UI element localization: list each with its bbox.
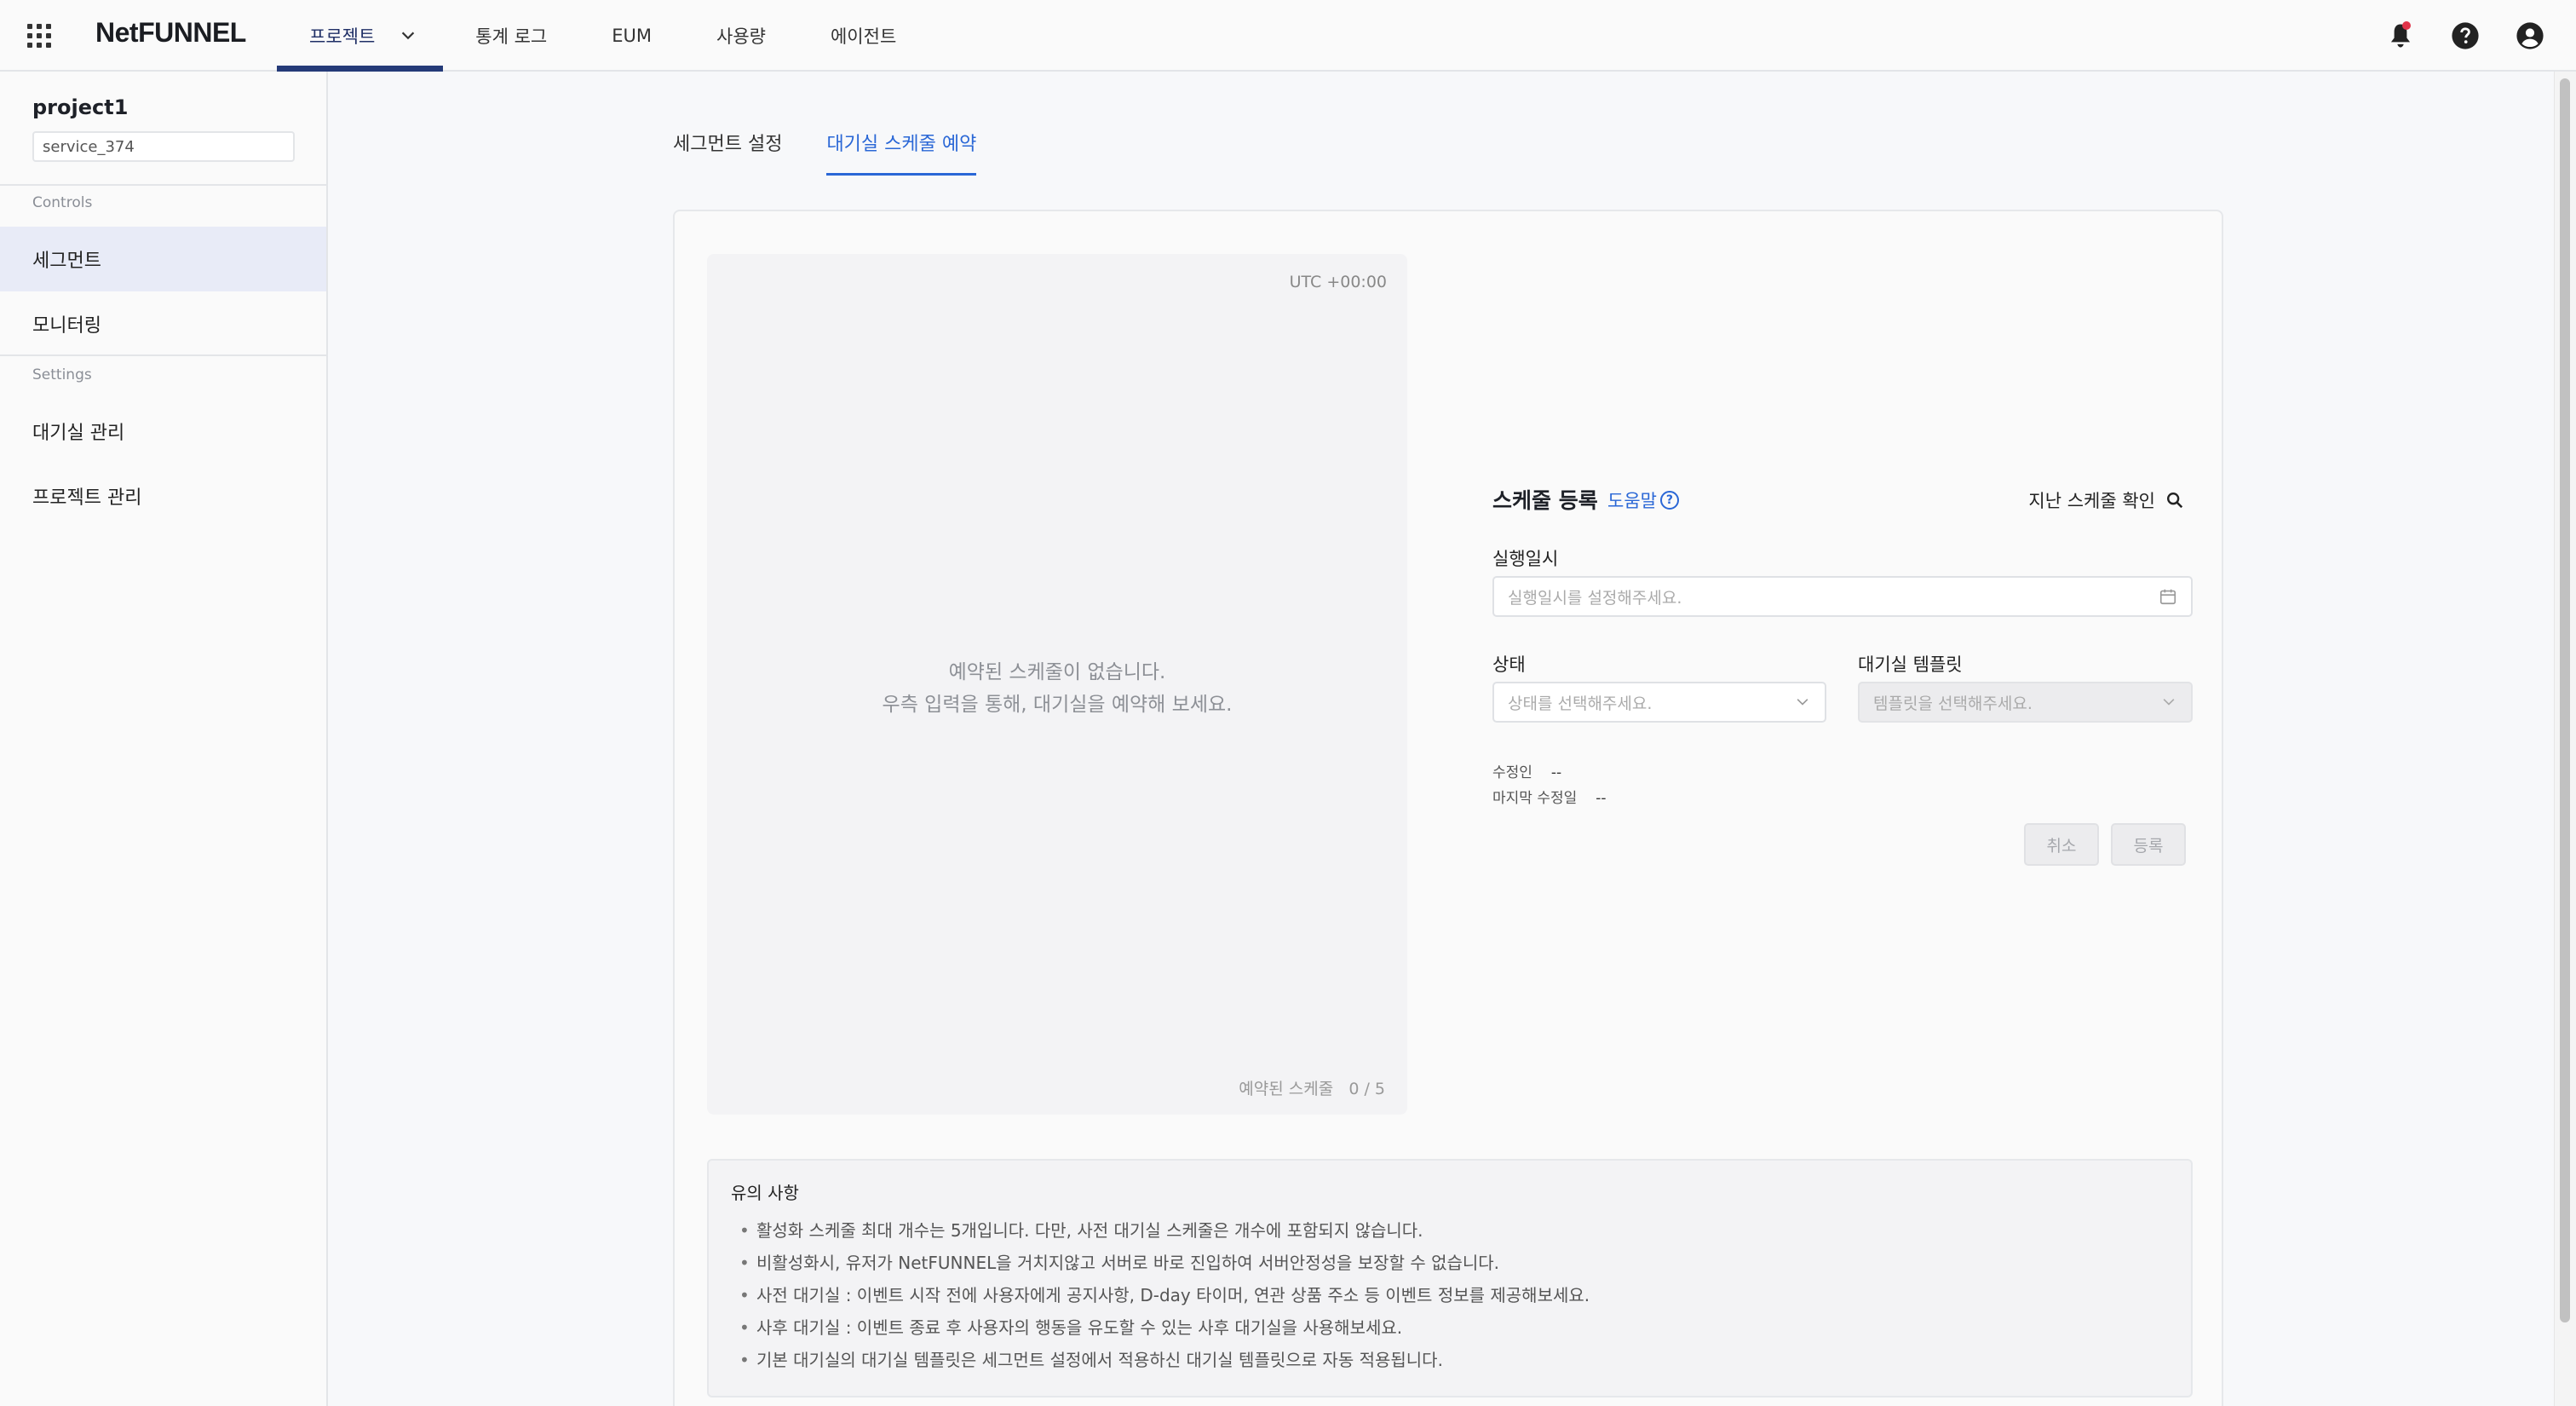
sidebar-divider: [0, 354, 328, 356]
status-placeholder: 상태를 선택해주세요.: [1508, 694, 1653, 713]
tab-segment-settings[interactable]: 세그먼트 설정: [673, 130, 782, 176]
sidebar-item-label: 대기실 관리: [32, 423, 125, 444]
sidebar-item-label: 세그먼트: [32, 251, 101, 272]
sidebar-divider: [0, 184, 328, 186]
datetime-placeholder: 실행일시를 설정해주세요.: [1508, 588, 1682, 608]
top-right-actions: [2385, 0, 2576, 72]
chevron-down-icon: [1797, 699, 1808, 706]
project-name[interactable]: project1: [32, 95, 128, 119]
scrollbar-thumb[interactable]: [2560, 78, 2570, 1322]
timezone-label: UTC +00:00: [1289, 273, 1387, 291]
sidebar-item-label: 모니터링: [32, 315, 101, 337]
content-tabs: 세그먼트 설정 대기실 스케줄 예약: [673, 130, 1021, 177]
chevron-down-icon: [402, 32, 415, 40]
empty-state-line: 예약된 스케줄이 없습니다.: [948, 661, 1166, 683]
modified-date-label: 마지막 수정일: [1492, 790, 1578, 807]
nav-item-stats-log[interactable]: 통계 로그: [443, 0, 579, 72]
past-schedule-label: 지난 스케줄 확인: [2028, 491, 2155, 511]
app-logo[interactable]: NetFUNNEL: [95, 17, 246, 49]
chevron-down-icon: [2163, 699, 2175, 706]
notification-badge: [2402, 21, 2411, 30]
empty-state-line: 우측 입력을 통해, 대기실을 예약해 보세요.: [882, 694, 1233, 716]
status-select[interactable]: 상태를 선택해주세요.: [1492, 682, 1826, 723]
bell-icon[interactable]: [2385, 20, 2416, 51]
help-icon[interactable]: [2450, 20, 2481, 51]
datetime-label: 실행일시: [1492, 549, 1559, 569]
nav-item-label: EUM: [612, 26, 653, 46]
search-icon: [2167, 493, 2183, 509]
nav-item-eum[interactable]: EUM: [579, 0, 684, 72]
form-title: 스케줄 등록: [1492, 488, 1598, 513]
note-item: 사전 대기실 : 이벤트 시작 전에 사용자에게 공지사항, D-day 타이머…: [731, 1279, 2169, 1311]
nav-item-label: 프로젝트: [309, 26, 376, 47]
apps-grid-icon[interactable]: [26, 22, 51, 48]
sidebar-item-waiting-room[interactable]: 대기실 관리: [0, 399, 326, 464]
help-circle-icon: ?: [1659, 491, 1679, 510]
schedule-count: 예약된 스케줄 0 / 5: [1239, 1076, 1385, 1099]
nav-item-label: 에이전트: [830, 26, 897, 47]
schedule-list-panel: UTC +00:00 예약된 스케줄이 없습니다. 우측 입력을 통해, 대기실…: [707, 254, 1407, 1115]
modified-date-value: --: [1596, 790, 1607, 807]
schedule-count-value: 0 / 5: [1348, 1080, 1385, 1098]
main-nav: 프로젝트 통계 로그 EUM 사용량 에이전트: [277, 0, 929, 72]
help-link[interactable]: 도움말 ?: [1607, 487, 1679, 513]
tab-waiting-room-schedule[interactable]: 대기실 스케줄 예약: [826, 130, 976, 176]
datetime-input[interactable]: 실행일시를 설정해주세요.: [1492, 576, 2193, 617]
nav-item-label: 사용량: [716, 26, 766, 47]
sidebar-item-project-settings[interactable]: 프로젝트 관리: [0, 464, 326, 528]
notes-title: 유의 사항: [731, 1183, 799, 1203]
sidebar-item-monitoring[interactable]: 모니터링: [0, 291, 326, 356]
template-select[interactable]: 템플릿을 선택해주세요.: [1858, 682, 2193, 723]
cancel-button[interactable]: 취소: [2024, 823, 2099, 866]
modifier-value: --: [1550, 764, 1562, 781]
schedule-count-label: 예약된 스케줄: [1239, 1080, 1334, 1098]
template-label: 대기실 템플릿: [1858, 654, 1963, 675]
top-bar: NetFUNNEL 프로젝트 통계 로그 EUM 사용량 에이전트: [0, 0, 2576, 72]
template-placeholder: 템플릿을 선택해주세요.: [1873, 694, 2033, 713]
service-selector[interactable]: service_374: [32, 131, 295, 162]
account-icon[interactable]: [2515, 20, 2545, 51]
sidebar: project1 service_374 Controls 세그먼트 모니터링 …: [0, 72, 328, 1406]
notes-panel: 유의 사항 활성화 스케줄 최대 개수는 5개입니다. 다만, 사전 대기실 스…: [707, 1159, 2193, 1397]
status-label: 상태: [1492, 654, 1526, 675]
modifier-label: 수정인: [1492, 764, 1532, 781]
page-scrollbar[interactable]: [2554, 72, 2576, 1406]
help-link-label: 도움말: [1607, 491, 1657, 511]
sidebar-item-segment[interactable]: 세그먼트: [0, 227, 326, 291]
nav-item-usage[interactable]: 사용량: [684, 0, 798, 72]
empty-state-message: 예약된 스케줄이 없습니다. 우측 입력을 통해, 대기실을 예약해 보세요.: [707, 656, 1407, 721]
note-item: 비활성화시, 유저가 NetFUNNEL을 거치지않고 서버로 바로 진입하여 …: [731, 1247, 2169, 1279]
sidebar-section-title: Controls: [32, 194, 93, 211]
note-item: 사후 대기실 : 이벤트 종료 후 사용자의 행동을 유도할 수 있는 사후 대…: [731, 1311, 2169, 1344]
schedule-card: UTC +00:00 예약된 스케줄이 없습니다. 우측 입력을 통해, 대기실…: [673, 210, 2223, 1406]
note-item: 활성화 스케줄 최대 개수는 5개입니다. 다만, 사전 대기실 스케줄은 개수…: [731, 1214, 2169, 1247]
past-schedule-link[interactable]: 지난 스케줄 확인: [2028, 487, 2184, 513]
nav-item-project[interactable]: 프로젝트: [277, 0, 444, 72]
modified-date-row: 마지막 수정일 --: [1492, 786, 1607, 807]
nav-item-agent[interactable]: 에이전트: [798, 0, 929, 72]
submit-button[interactable]: 등록: [2111, 823, 2186, 866]
sidebar-item-label: 프로젝트 관리: [32, 487, 142, 509]
calendar-icon: [2159, 589, 2176, 605]
sidebar-section-title: Settings: [32, 366, 92, 383]
nav-item-label: 통계 로그: [475, 26, 548, 47]
modifier-row: 수정인 --: [1492, 760, 1561, 781]
note-item: 기본 대기실의 대기실 템플릿은 세그먼트 설정에서 적용하신 대기실 템플릿으…: [731, 1344, 2169, 1376]
